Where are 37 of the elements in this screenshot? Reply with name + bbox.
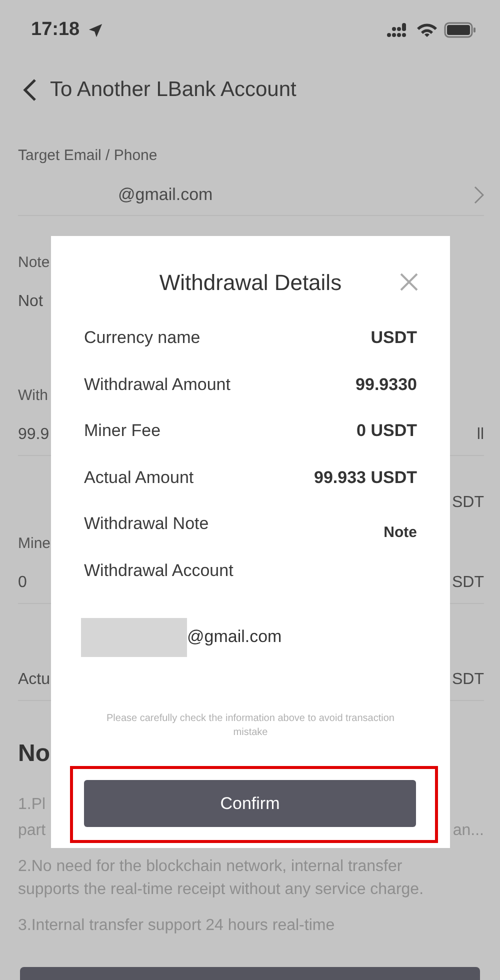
section-heading: No bbox=[18, 740, 50, 768]
status-time: 17:18 bbox=[31, 19, 80, 41]
detail-value: 99.9330 bbox=[356, 374, 417, 395]
back-icon[interactable] bbox=[22, 78, 38, 102]
field-value: SDT bbox=[452, 494, 484, 512]
confirm-button[interactable]: Confirm bbox=[84, 780, 416, 827]
detail-label: Withdrawal Account bbox=[84, 560, 234, 581]
field-label: Mine bbox=[18, 534, 51, 552]
close-icon[interactable] bbox=[399, 272, 419, 292]
page-title: To Another LBank Account bbox=[50, 78, 296, 102]
detail-label: Withdrawal Amount bbox=[84, 374, 230, 395]
field-value: @gmail.com bbox=[118, 185, 213, 205]
field-value: ll bbox=[476, 426, 484, 444]
field-value: 99.9 bbox=[18, 426, 50, 444]
detail-label: Withdrawal Note bbox=[84, 514, 209, 534]
detail-value: 0 USDT bbox=[356, 421, 417, 442]
detail-value: USDT bbox=[370, 328, 417, 348]
detail-label: Actual Amount bbox=[84, 468, 194, 488]
field-label: With bbox=[18, 386, 48, 404]
wifi-icon bbox=[416, 22, 438, 38]
chevron-right-icon[interactable] bbox=[474, 186, 484, 204]
detail-label: Currency name bbox=[84, 328, 200, 348]
account-email: @gmail.com bbox=[187, 627, 282, 647]
field-value: SDT bbox=[452, 671, 484, 689]
field-value: 0 bbox=[18, 574, 27, 592]
field-value: SDT bbox=[452, 574, 484, 592]
field-label: Target Email / Phone bbox=[18, 146, 158, 164]
detail-value: 99.933 USDT bbox=[314, 468, 417, 488]
dialog-title: Withdrawal Details bbox=[159, 269, 342, 297]
battery-icon bbox=[444, 22, 476, 38]
disclaimer-text: Please carefully check the information above to avoid transaction mistake bbox=[106, 712, 396, 740]
field-value: Actu bbox=[18, 671, 50, 689]
field-value: Not bbox=[18, 293, 43, 311]
location-arrow-icon bbox=[88, 22, 103, 38]
detail-label: Miner Fee bbox=[84, 421, 161, 442]
field-label: Note bbox=[18, 254, 50, 270]
detail-value: Note bbox=[384, 524, 417, 541]
